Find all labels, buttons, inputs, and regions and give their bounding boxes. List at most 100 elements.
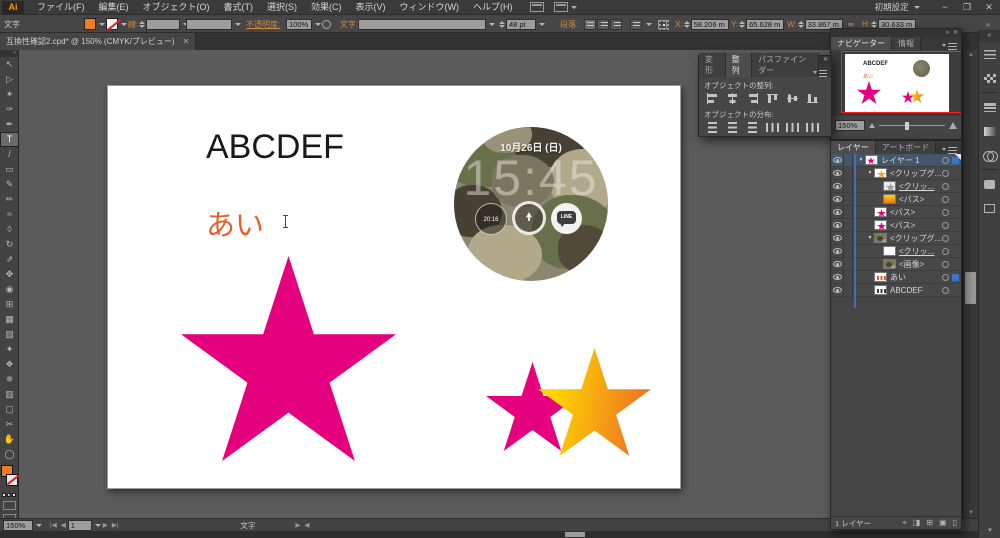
target-circle-icon[interactable] xyxy=(942,234,949,242)
chevron-down-icon[interactable] xyxy=(94,523,101,527)
artboard-number-field[interactable]: 1 xyxy=(67,519,92,531)
magic-wand-tool[interactable]: ✶ xyxy=(0,87,19,102)
fill-color-swatch[interactable] xyxy=(84,18,96,30)
new-layer-icon[interactable]: ▣ xyxy=(939,517,947,529)
canvas-text-ai[interactable]: あい xyxy=(206,202,264,244)
layer-name[interactable]: <画像> xyxy=(899,259,942,270)
chevron-down-icon[interactable] xyxy=(235,22,241,26)
artboard[interactable]: ABCDEF あい 10月26日 (日) 15:45 20:16 LINE xyxy=(107,85,681,489)
pencil-tool[interactable]: ✏ xyxy=(0,192,19,207)
opacity-field[interactable]: 100% xyxy=(286,18,312,30)
graphic-styles-panel-icon[interactable] xyxy=(984,203,995,213)
workspace-switcher[interactable]: 初期設定 xyxy=(875,1,920,13)
align-left-button[interactable] xyxy=(584,18,596,30)
style-icon[interactable] xyxy=(322,19,331,29)
appearance-panel-icon[interactable] xyxy=(984,179,995,189)
w-stepper[interactable] xyxy=(797,20,804,28)
opacity-label[interactable]: 不透明度: xyxy=(246,19,280,30)
gradient-panel-icon[interactable] xyxy=(983,126,996,136)
panel-menu-icon[interactable] xyxy=(942,148,957,151)
horizontal-distribute-right-icon[interactable] xyxy=(806,122,819,133)
layer-row-3[interactable]: <パス> xyxy=(831,193,961,206)
disclosure-triangle-icon[interactable]: ▼ xyxy=(866,170,874,176)
tab-align[interactable]: 整列 xyxy=(725,53,753,77)
layer-name[interactable]: <クリッ... xyxy=(899,181,942,192)
x-field[interactable]: 58.206 m xyxy=(690,18,729,30)
reference-point-locator[interactable] xyxy=(658,19,667,29)
lock-cell[interactable] xyxy=(844,284,853,296)
menu-item-8[interactable]: ヘルプ(H) xyxy=(466,0,520,15)
stroke-weight-field[interactable] xyxy=(146,18,181,30)
layer-name[interactable]: ABCDEF xyxy=(890,286,942,295)
target-circle-icon[interactable] xyxy=(942,247,949,255)
zoom-in-icon[interactable] xyxy=(949,121,957,129)
navigator-view-box[interactable] xyxy=(841,51,961,113)
chevron-down-icon[interactable] xyxy=(489,22,495,26)
navigator-preview[interactable]: ABCDEF あい xyxy=(831,50,961,116)
menu-item-5[interactable]: 効果(C) xyxy=(304,0,349,15)
lock-cell[interactable] xyxy=(844,167,853,179)
envelope-warp-icon[interactable] xyxy=(630,18,642,30)
target-circle-icon[interactable] xyxy=(942,156,949,164)
visibility-cell[interactable] xyxy=(831,271,844,283)
direct-selection-tool[interactable]: ▷ xyxy=(0,72,19,87)
disclosure-triangle-icon[interactable]: ▼ xyxy=(866,235,874,241)
close-document-icon[interactable]: ✕ xyxy=(183,37,190,46)
paragraph-label[interactable]: 段落: xyxy=(560,19,578,30)
paintbrush-tool[interactable]: ✎ xyxy=(0,177,19,192)
lock-cell[interactable] xyxy=(844,232,853,244)
disclosure-triangle-icon[interactable]: ▼ xyxy=(857,157,865,163)
target-circle-icon[interactable] xyxy=(942,208,949,216)
y-stepper[interactable] xyxy=(739,20,746,28)
shape-builder-tool[interactable]: ◉ xyxy=(0,282,19,297)
horizontal-align-center-icon[interactable] xyxy=(726,93,739,104)
column-graph-tool[interactable]: ▥ xyxy=(0,387,19,402)
target-circle-icon[interactable] xyxy=(942,286,949,294)
lock-cell[interactable] xyxy=(844,206,853,218)
visibility-cell[interactable] xyxy=(831,258,844,270)
collapse-control-bar-icon[interactable]: « xyxy=(986,20,990,29)
scale-tool[interactable]: ⇗ xyxy=(0,252,19,267)
horizontal-scrollbar[interactable] xyxy=(0,531,978,538)
vertical-scroll-thumb[interactable] xyxy=(965,272,976,304)
make-clip-mask-icon[interactable]: ◨ xyxy=(913,517,921,529)
layer-row-2[interactable]: <クリッ... xyxy=(831,180,961,193)
vertical-align-center-icon[interactable] xyxy=(786,93,799,104)
visibility-cell[interactable] xyxy=(831,284,844,296)
align-center-button[interactable] xyxy=(597,18,609,30)
prev-artboard-icon[interactable]: ◀ xyxy=(61,521,66,529)
gradient-tool[interactable]: ▨ xyxy=(0,327,19,342)
scroll-down-icon[interactable]: ▼ xyxy=(968,510,974,516)
drawing-mode-button[interactable] xyxy=(2,501,16,510)
navigator-zoom-field[interactable]: 150% xyxy=(835,119,865,131)
last-artboard-icon[interactable]: ▶| xyxy=(112,521,119,529)
layer-row-7[interactable]: <クリッ... xyxy=(831,245,961,258)
chevron-down-icon[interactable] xyxy=(121,22,127,26)
close-button[interactable]: ✕ xyxy=(978,0,1000,15)
first-artboard-icon[interactable]: |◀ xyxy=(50,521,57,529)
stroke-stepper[interactable] xyxy=(139,20,146,28)
lock-cell[interactable] xyxy=(844,258,853,270)
swatches-panel-icon[interactable] xyxy=(983,73,996,83)
y-field[interactable]: 65.628 m xyxy=(746,18,785,30)
color-button[interactable] xyxy=(2,493,6,497)
canvas-text-abcdef[interactable]: ABCDEF xyxy=(206,128,344,167)
arrange-documents-icon[interactable] xyxy=(553,2,568,12)
eyedropper-tool[interactable]: ✦ xyxy=(0,342,19,357)
tab-transform[interactable]: 変形 xyxy=(699,53,726,77)
layer-row-4[interactable]: <パス> xyxy=(831,206,961,219)
menu-item-0[interactable]: ファイル(F) xyxy=(30,0,92,15)
layer-row-6[interactable]: ▼ <クリップグ... xyxy=(831,232,961,245)
panel-menu-icon[interactable] xyxy=(813,71,827,74)
lasso-tool[interactable]: ✑ xyxy=(0,102,19,117)
close-panel-icon[interactable]: ✕ xyxy=(823,56,828,64)
horizontal-distribute-center-icon[interactable] xyxy=(786,122,799,133)
mesh-tool[interactable]: ▦ xyxy=(0,312,19,327)
horizontal-align-left-icon[interactable] xyxy=(706,93,719,104)
close-panel-icon[interactable]: ✕ xyxy=(953,29,958,37)
visibility-cell[interactable] xyxy=(831,219,844,231)
chevron-down-icon[interactable] xyxy=(99,22,105,26)
lock-cell[interactable] xyxy=(844,245,853,257)
panel-menu-icon[interactable] xyxy=(942,44,957,47)
zoom-out-icon[interactable] xyxy=(869,122,875,128)
